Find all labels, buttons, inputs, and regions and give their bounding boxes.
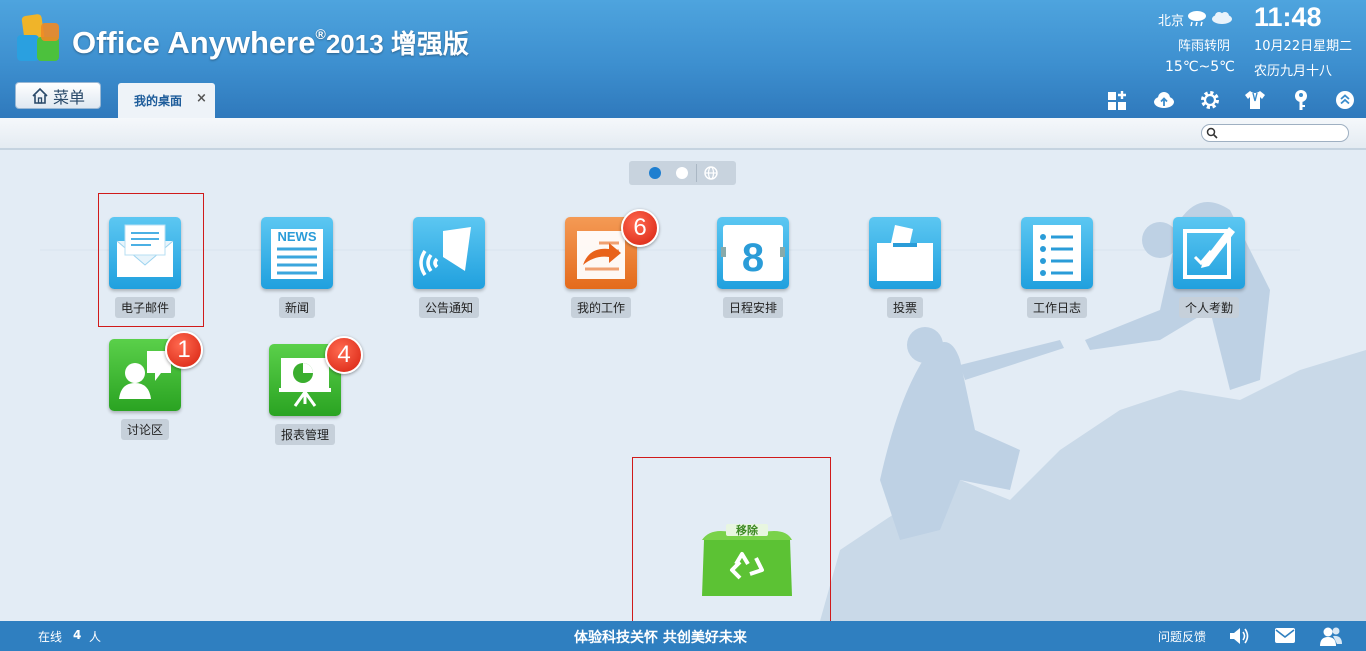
report-chart-icon: 4 (269, 336, 363, 416)
work-log-list-icon (1021, 217, 1093, 289)
announcement-bell-icon (413, 217, 485, 289)
desktop-pager (629, 161, 736, 185)
app-label: 讨论区 (120, 419, 169, 440)
date-label: 10月22日星期二 (1254, 39, 1353, 54)
header-bar: Office Anywhere®2013 增强版 北京 阵雨转阴 15℃~5℃ … (0, 0, 1366, 118)
tab-my-desktop[interactable]: 我的桌面 × (118, 83, 215, 118)
footer-slogan: 体验科技关怀 共创美好未来 (574, 630, 747, 646)
app-vote[interactable]: 投票 (850, 217, 960, 318)
app-report[interactable]: 4 报表管理 (250, 336, 363, 445)
calendar-icon: 8 (717, 217, 789, 289)
app-work-log[interactable]: 工作日志 (1002, 217, 1112, 318)
pager-divider (696, 164, 697, 182)
cloud-upload-icon[interactable] (1153, 89, 1175, 111)
online-suffix: 人 (89, 630, 102, 644)
app-attendance[interactable]: 个人考勤 (1154, 217, 1264, 318)
rain-cloud-icon (1188, 11, 1206, 27)
cloud-icon (1212, 12, 1232, 24)
app-news[interactable]: NEWS 新闻 (242, 217, 352, 318)
app-label: 工作日志 (1026, 297, 1087, 318)
message-icon[interactable] (1274, 627, 1296, 644)
app-label: 日程安排 (722, 297, 783, 318)
app-logo-icon (17, 14, 59, 61)
weather-temperature: 15℃~5℃ (1165, 59, 1235, 75)
pager-dot-2[interactable] (676, 167, 688, 179)
app-label: 投票 (886, 297, 923, 318)
discussion-icon: 1 (109, 331, 203, 411)
menu-button[interactable]: 菜单 (15, 82, 101, 109)
app-label: 我的工作 (570, 297, 631, 318)
lunar-date-label: 农历九月十八 (1254, 64, 1333, 79)
app-label: 公告通知 (418, 297, 479, 318)
status-bar: 在线 4 人 体验科技关怀 共创美好未来 问题反馈 (0, 621, 1366, 651)
calendar-icon-text: 8 (742, 236, 764, 280)
notification-badge: 6 (621, 209, 659, 247)
users-icon[interactable] (1319, 625, 1343, 647)
my-work-icon: 6 (565, 209, 659, 289)
online-count[interactable]: 4 (73, 628, 81, 642)
menu-label: 菜单 (52, 87, 85, 107)
recycle-bin-icon[interactable]: 移除 (700, 518, 795, 598)
notification-badge: 4 (325, 336, 363, 374)
app-label: 新闻 (278, 297, 315, 318)
settings-gear-icon[interactable] (1199, 89, 1221, 111)
app-announcement[interactable]: 公告通知 (394, 217, 504, 318)
app-label: 个人考勤 (1178, 297, 1239, 318)
search-icon (1206, 127, 1218, 139)
collapse-up-icon[interactable] (1334, 89, 1356, 111)
news-icon-text: NEWS (278, 229, 317, 244)
sub-toolbar (0, 118, 1366, 150)
app-discussion[interactable]: 1 讨论区 (90, 331, 203, 440)
clock-time: 11:48 (1254, 2, 1322, 32)
news-icon: NEWS (261, 217, 333, 289)
weather-city: 北京 (1158, 14, 1185, 29)
weather-condition: 阵雨转阴 (1178, 39, 1231, 54)
volume-icon[interactable] (1228, 626, 1250, 646)
add-widget-icon[interactable] (1107, 89, 1129, 111)
theme-shirt-icon[interactable] (1244, 89, 1266, 111)
feedback-link[interactable]: 问题反馈 (1158, 628, 1206, 645)
app-calendar[interactable]: 8 日程安排 (698, 217, 808, 318)
recycle-bin-label: 移除 (736, 523, 759, 537)
key-icon[interactable] (1290, 89, 1312, 111)
globe-icon[interactable] (704, 166, 718, 180)
online-prefix: 在线 (38, 630, 63, 644)
attendance-edit-icon (1173, 217, 1245, 289)
app-label: 报表管理 (274, 424, 335, 445)
app-title: Office Anywhere®2013 增强版 (72, 25, 469, 60)
pager-dot-1[interactable] (649, 167, 661, 179)
home-icon (32, 87, 48, 104)
search-input[interactable] (1201, 124, 1349, 142)
app-my-work[interactable]: 6 我的工作 (546, 209, 659, 318)
tab-close-icon[interactable]: × (196, 91, 207, 106)
tab-label: 我的桌面 (134, 94, 183, 108)
notification-badge: 1 (165, 331, 203, 369)
vote-box-icon (869, 217, 941, 289)
selection-highlight (98, 193, 204, 327)
